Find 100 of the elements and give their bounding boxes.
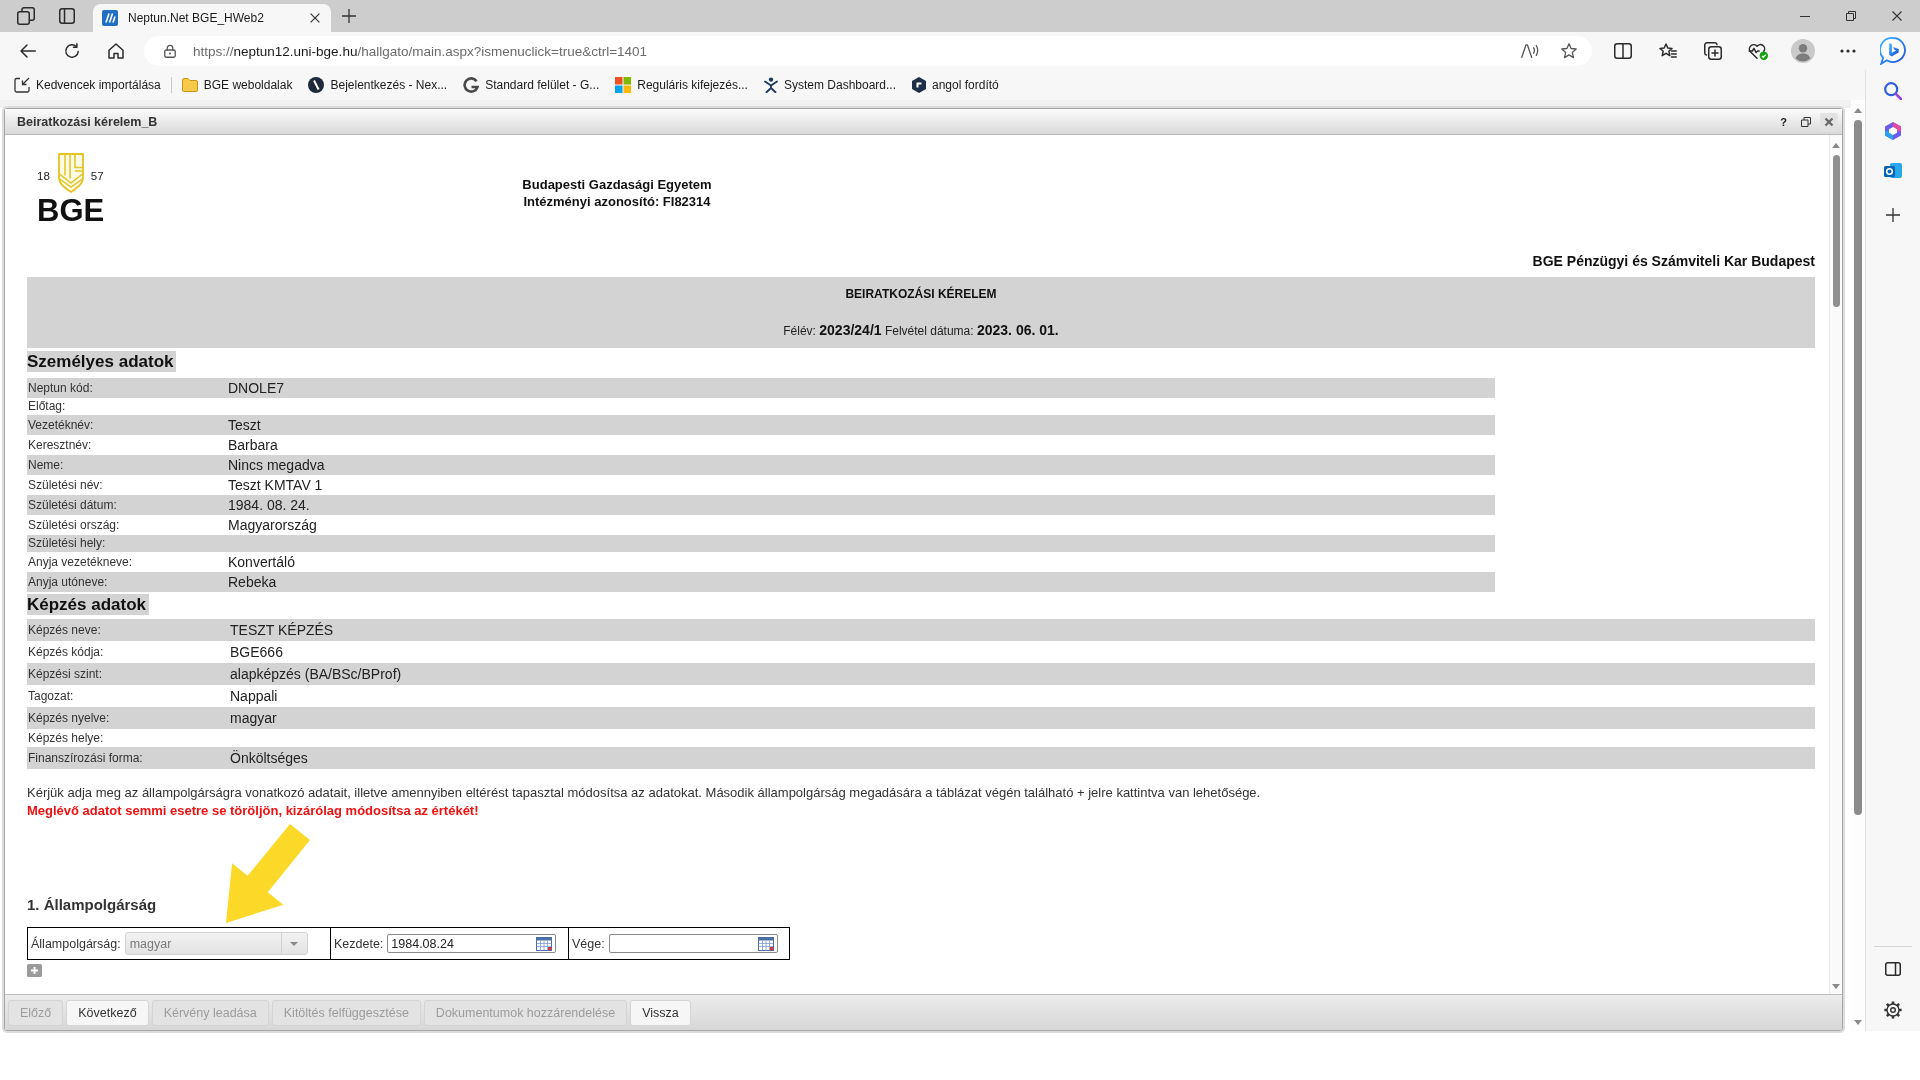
field-label: Előtag: [27,398,67,415]
minimize-icon[interactable] [1800,15,1810,17]
restore-icon[interactable] [1846,11,1856,21]
field-value: BGE666 [230,643,284,662]
section-title: 1. Állampolgárság [27,895,157,915]
import-icon [14,77,30,93]
avatar-icon[interactable] [1790,39,1815,63]
heart-pulse-icon[interactable] [1747,42,1768,60]
scrollbar-thumb[interactable] [1854,120,1862,815]
settings-icon[interactable] [1884,1001,1902,1019]
favorites-icon[interactable] [1658,43,1677,59]
bookmark[interactable]: Standard felület - G... [463,77,600,93]
country-select[interactable]: magyar [124,932,308,955]
bookmark[interactable]: System Dashboard... [763,77,896,93]
field-label: Képzés nyelve: [27,709,111,727]
field-label: Képzés helye: [27,729,105,747]
warning-text: Meglévő adatot semmi esetre se töröljön, kizárólag módosítsa az értékét! [27,802,480,820]
hexagon-ring-icon[interactable] [1884,122,1902,140]
close-icon[interactable] [310,13,320,23]
field-value: Nappali [230,687,279,706]
field-value: Nincs megadva [228,456,326,475]
logo-year: 18 [37,170,50,182]
add-icon[interactable] [27,964,42,977]
home-icon[interactable] [108,43,124,59]
split-screen-icon[interactable] [1613,43,1632,59]
field-label: Állampolgárság: [31,936,121,951]
field-label: Tagozat: [27,687,75,705]
faculty-name: BGE Pénzügyi és Számviteli Kar Budapest [1532,252,1815,270]
field-label: Neptun kód: [27,379,94,397]
search-icon[interactable] [1884,82,1902,100]
field-value: Konvertáló [228,553,296,572]
calendar-icon[interactable] [757,936,774,951]
shield-icon [57,153,84,193]
scroll-down-icon[interactable] [1854,1020,1862,1025]
dialog-title: Beiratkozási kérelem_B [17,114,158,129]
vertical-tabs-icon[interactable] [59,8,75,24]
back-icon[interactable] [20,44,36,58]
section-heading: Személyes adatok [27,351,177,372]
workspaces-icon[interactable] [17,7,35,25]
form-title: BEIRATKOZÁSI KÉRELEM [844,286,998,302]
next-button[interactable]: Következő [66,999,149,1026]
logo-year: 57 [90,170,104,182]
site-icon [102,10,118,26]
restore-icon[interactable] [1801,116,1811,127]
read-aloud-icon[interactable] [1521,44,1539,58]
date-input[interactable]: 1984.08.24 [387,934,557,953]
more-icon[interactable] [1839,49,1856,53]
scroll-up-icon[interactable] [1854,108,1862,113]
field-label: Anyja utóneve: [27,573,109,591]
field-value: magyar [230,709,278,728]
field-value: Teszt [228,416,262,435]
bookmark[interactable]: angol fordító [912,77,999,93]
date-input[interactable] [608,934,778,953]
calendar-icon[interactable] [536,936,553,951]
plus-icon[interactable] [1886,208,1900,222]
scrollbar[interactable] [1851,100,1865,1031]
field-label: Finanszírozási forma: [27,749,144,767]
field-value: Teszt KMTAV 1 [228,476,324,495]
field-label: Születési dátum: [27,496,118,514]
field-value: 1984. 08. 24. [228,496,311,515]
close-icon[interactable] [1892,11,1902,21]
ring-tile-icon[interactable] [1884,162,1902,180]
field-label: Képzés kódja: [27,643,105,661]
chat-bubble-icon[interactable] [1879,37,1906,65]
field-label: Kezdete: [334,936,384,951]
help-button[interactable]: ? [1778,114,1789,129]
logo-text: BGE [37,196,105,226]
scrollbar-thumb[interactable] [1832,155,1840,307]
new-tab-icon[interactable] [342,9,356,23]
field-value: Önköltséges [230,749,309,768]
field-label: Vége: [572,936,605,951]
bookmark[interactable]: Kedvencek importálása [14,77,161,93]
term-line: Félév: 2023/24/1 Felvétel dátuma: 2023. 06. 01. [782,321,1060,340]
address-field[interactable]: https://neptun12.uni-bge.hu/hallgato/main.aspx?ismenuclick=true&ctrl=1401 [144,36,1592,66]
field-value: Rebeka [228,573,278,592]
browser-tab[interactable]: Neptun.Net BGE_HWeb2 [93,4,331,32]
field-label: Születési hely: [27,535,107,552]
collections-icon[interactable] [1703,42,1722,60]
bookmark[interactable]: BGE weboldalak [181,78,293,92]
slash-circle-icon [308,77,325,93]
bookmark[interactable]: Reguláris kifejezés... [615,77,748,93]
figure-icon [763,77,778,93]
back-button[interactable]: Vissza [630,999,691,1026]
institution-name: Budapesti Gazdasági Egyetem [521,176,713,193]
bookmark[interactable]: Bejelentkezés - Nex... [308,77,448,93]
panel-icon[interactable] [1885,962,1901,976]
scroll-down-icon[interactable] [1832,984,1840,989]
star-icon[interactable] [1561,43,1577,59]
field-label: Vezetéknév: [27,416,95,434]
caret-icon[interactable] [290,941,299,946]
refresh-icon[interactable] [64,43,80,59]
field-value: DNOLE7 [228,379,286,398]
field-value: TESZT KÉPZÉS [230,621,335,640]
institution-id: Intézményi azonosító: FI82314 [522,193,712,210]
scrollbar[interactable] [1829,135,1842,994]
field-label: Képzés neve: [27,621,102,639]
section-heading: Képzés adatok [27,594,150,615]
field-label: Neme: [27,456,65,474]
scroll-up-icon[interactable] [1832,143,1840,148]
field-label: Születési ország: [27,516,121,534]
